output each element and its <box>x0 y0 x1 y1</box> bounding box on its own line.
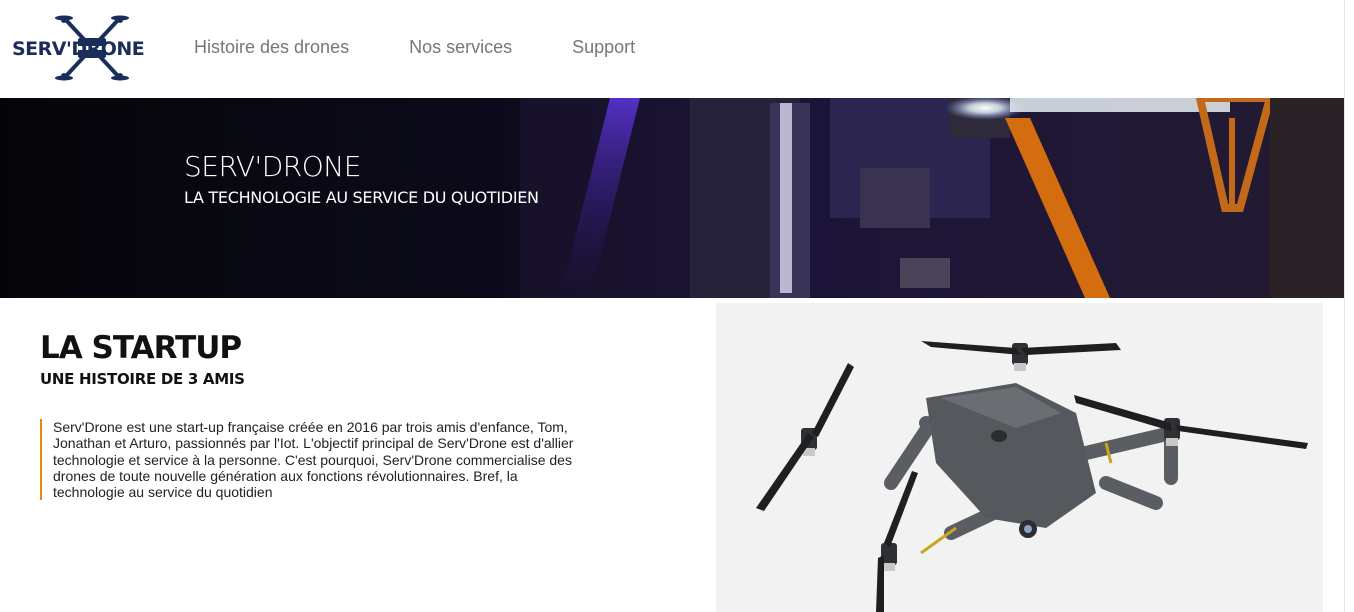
nav-link-histoire[interactable]: Histoire des drones <box>194 37 349 58</box>
startup-title: LA STARTUP <box>40 330 242 366</box>
main-nav: Histoire des drones Nos services Support <box>194 37 635 58</box>
startup-description: Serv'Drone est une start-up française cr… <box>40 419 580 501</box>
startup-subtitle: UNE HISTOIRE DE 3 AMIS <box>40 370 245 388</box>
hero-banner: SERV'DRONE LA TECHNOLOGIE AU SERVICE DU … <box>0 98 1354 298</box>
product-image <box>716 303 1323 612</box>
logo[interactable]: SERV'DRONE <box>10 6 145 90</box>
site-header: SERV'DRONE Histoire des drones Nos servi… <box>0 0 1354 98</box>
nav-link-services[interactable]: Nos services <box>409 37 512 58</box>
folding-drone-photo <box>716 303 1323 612</box>
nav-link-support[interactable]: Support <box>572 37 635 58</box>
hero-title: SERV'DRONE <box>184 150 361 183</box>
hero-subtitle: LA TECHNOLOGIE AU SERVICE DU QUOTIDIEN <box>184 188 539 207</box>
page-scrollbar[interactable] <box>1344 0 1354 612</box>
logo-text: SERV'DRONE <box>12 38 145 60</box>
